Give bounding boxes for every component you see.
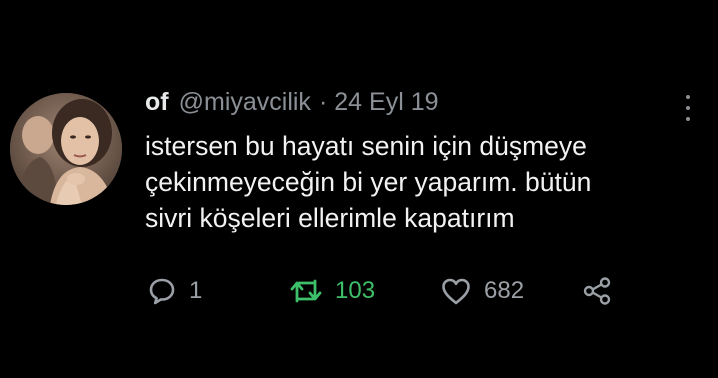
tweet-text-line: sivri köşeleri ellerimle kapatırım bbox=[145, 203, 515, 233]
tweet-text-line: istersen bu hayatı senin için düşmeye bbox=[145, 131, 587, 161]
avatar-image bbox=[10, 93, 122, 205]
tweet-text-line: çekinmeyeceğin bi yer yaparım. bütün bbox=[145, 167, 592, 197]
retweet-count: 103 bbox=[335, 277, 376, 304]
retweet-icon bbox=[290, 279, 322, 303]
like-count: 682 bbox=[484, 277, 525, 304]
display-name[interactable]: of bbox=[145, 88, 169, 117]
tweet-header: of @miyavcilik · 24 Eyl 19 bbox=[145, 88, 439, 124]
reply-button[interactable]: 1 bbox=[147, 273, 202, 309]
share-button[interactable] bbox=[581, 273, 613, 309]
tweet-actions: 1 103 682 bbox=[147, 273, 627, 309]
reply-icon bbox=[149, 278, 175, 305]
avatar[interactable] bbox=[10, 93, 122, 205]
tweet: of @miyavcilik · 24 Eyl 19 istersen bu h… bbox=[0, 0, 718, 378]
share-icon bbox=[583, 277, 611, 305]
more-vertical-icon[interactable] bbox=[680, 95, 696, 121]
user-handle[interactable]: @miyavcilik bbox=[179, 88, 311, 117]
separator-dot: · bbox=[318, 88, 328, 116]
like-button[interactable]: 682 bbox=[440, 273, 524, 309]
tweet-text: istersen bu hayatı senin için düşmeye çe… bbox=[145, 128, 685, 236]
retweet-button[interactable]: 103 bbox=[289, 273, 375, 309]
tweet-date[interactable]: 24 Eyl 19 bbox=[334, 88, 438, 117]
heart-icon bbox=[442, 278, 470, 305]
reply-count: 1 bbox=[189, 277, 203, 304]
